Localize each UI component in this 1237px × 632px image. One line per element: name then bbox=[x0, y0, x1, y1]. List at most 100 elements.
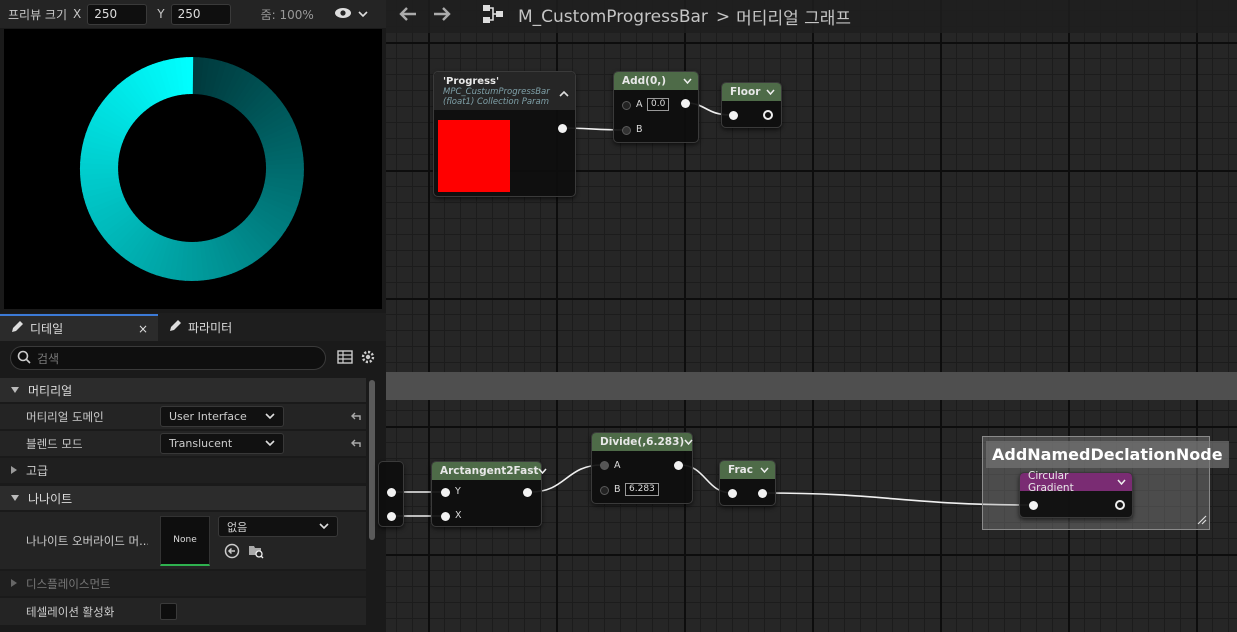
node-add-pin-a-value[interactable]: 0.0 bbox=[647, 98, 670, 111]
section-nanite[interactable]: 나나이트 bbox=[0, 486, 366, 510]
chevron-down-icon[interactable] bbox=[1117, 476, 1126, 488]
tab-details-label: 디테일 bbox=[30, 322, 64, 336]
table-view-icon[interactable] bbox=[337, 350, 353, 367]
reset-arrow-icon[interactable] bbox=[350, 437, 362, 451]
node-divide-pin-b-value[interactable]: 6.283 bbox=[625, 483, 659, 496]
blend-mode-dropdown[interactable]: Translucent bbox=[160, 433, 284, 454]
chevron-down-icon[interactable] bbox=[684, 436, 693, 448]
tessellation-label: 테셀레이션 활성화 bbox=[26, 604, 115, 619]
blend-mode-row: 블렌드 모드 Translucent bbox=[0, 431, 366, 457]
tab-details[interactable]: 디테일 × bbox=[0, 314, 158, 341]
node-add-output-pin[interactable] bbox=[681, 99, 690, 108]
tessellation-row: 테셀레이션 활성화 bbox=[0, 598, 366, 626]
preview-viewport[interactable] bbox=[4, 29, 382, 309]
node-progress-param[interactable]: 'Progress' MPC_CustumProgressBar (float1… bbox=[433, 71, 576, 197]
chevron-down-icon[interactable] bbox=[358, 7, 368, 21]
node-arctan-pin-y-label: Y bbox=[455, 486, 461, 497]
blend-mode-value: Translucent bbox=[169, 437, 233, 450]
node-floor-header: Floor bbox=[722, 83, 781, 101]
node-progress-subtitle1: MPC_CustumProgressBar bbox=[443, 86, 550, 97]
tessellation-checkbox[interactable] bbox=[160, 603, 177, 620]
node-progress-title: 'Progress' bbox=[443, 75, 500, 87]
advanced-row[interactable]: 고급 bbox=[0, 458, 366, 484]
preview-x-input[interactable]: 250 bbox=[87, 3, 148, 25]
node-progress-color-swatch bbox=[438, 120, 510, 192]
progress-ring-preview bbox=[79, 57, 304, 281]
chevron-down-icon bbox=[265, 437, 275, 450]
zoom-label: 줌: 100% bbox=[260, 7, 314, 22]
node-circular-title: Circular Gradient bbox=[1028, 470, 1074, 494]
node-arctan-title: Arctangent2Fast bbox=[440, 465, 539, 477]
search-icon bbox=[17, 350, 31, 367]
section-material-label: 머티리얼 bbox=[28, 383, 73, 398]
chevron-down-icon bbox=[265, 410, 275, 423]
displacement-row[interactable]: 디스플레이스먼트 bbox=[0, 571, 366, 597]
material-domain-row: 머티리얼 도메인 User Interface bbox=[0, 404, 366, 430]
node-progress-output-pin[interactable] bbox=[558, 124, 567, 133]
section-nanite-label: 나나이트 bbox=[28, 491, 73, 506]
close-icon[interactable]: × bbox=[138, 322, 148, 336]
node-arctangent2fast[interactable]: Arctangent2Fast Y X bbox=[431, 461, 548, 527]
node-arctan-header: Arctangent2Fast bbox=[432, 462, 548, 480]
node-add[interactable]: Add(0,) A 0.0 B bbox=[613, 71, 699, 143]
nanite-override-label: 나나이트 오버라이드 머... bbox=[26, 533, 148, 548]
node-add-header: Add(0,) bbox=[614, 72, 698, 90]
section-material[interactable]: 머티리얼 bbox=[0, 378, 366, 402]
displacement-label: 디스플레이스먼트 bbox=[26, 576, 111, 591]
preview-y-input[interactable]: 250 bbox=[170, 3, 231, 25]
node-add-pin-a-label: A bbox=[636, 99, 643, 110]
pencil-icon bbox=[10, 320, 24, 337]
node-frac-title: Frac bbox=[728, 464, 753, 476]
advanced-label: 고급 bbox=[26, 464, 49, 478]
expand-arrow-icon bbox=[10, 577, 18, 591]
search-input[interactable]: 검색 bbox=[10, 346, 326, 370]
chevron-down-icon[interactable] bbox=[766, 86, 775, 98]
expand-arrow-icon bbox=[10, 464, 18, 478]
gear-icon[interactable] bbox=[360, 349, 376, 368]
node-floor-title: Floor bbox=[730, 86, 761, 98]
node-circular-gradient[interactable]: Circular Gradient bbox=[1019, 470, 1133, 518]
node-add-title: Add(0,) bbox=[622, 75, 667, 87]
preview-toolbar: 프리뷰 크기 X 250 Y 250 줌: 100% bbox=[0, 0, 386, 28]
chevron-down-icon bbox=[319, 520, 329, 533]
nanite-override-dropdown[interactable]: 없음 bbox=[218, 516, 338, 537]
node-progress-subtitle2: (float1) Collection Param bbox=[443, 96, 550, 107]
chevron-down-icon[interactable] bbox=[538, 465, 548, 477]
tab-parameters[interactable]: 파라미터 bbox=[158, 314, 242, 341]
node-divide-title: Divide(,6.283) bbox=[600, 436, 685, 448]
node-divide[interactable]: Divide(,6.283) A B 6.283 bbox=[591, 432, 693, 504]
node-floor[interactable]: Floor bbox=[721, 82, 782, 128]
comment-title[interactable]: AddNamedDeclationNode bbox=[986, 441, 1229, 468]
preview-y-label: Y bbox=[157, 7, 165, 21]
node-divide-pin-b-label: B bbox=[614, 484, 621, 495]
ring-gradient-segment bbox=[185, 57, 194, 169]
use-selected-arrow-icon[interactable] bbox=[224, 543, 240, 562]
reset-arrow-icon[interactable] bbox=[350, 410, 362, 424]
material-domain-value: User Interface bbox=[169, 410, 247, 423]
search-placeholder: 검색 bbox=[37, 351, 60, 366]
material-domain-label: 머티리얼 도메인 bbox=[26, 409, 104, 424]
node-arctan-pin-x-label: X bbox=[455, 510, 462, 521]
node-frac-header: Frac bbox=[720, 461, 775, 479]
details-scrollbar-thumb[interactable] bbox=[369, 380, 375, 540]
browse-folder-icon[interactable] bbox=[248, 543, 264, 562]
chevron-down-icon[interactable] bbox=[683, 75, 692, 87]
chevron-up-icon[interactable] bbox=[559, 86, 569, 100]
node-offscreen-input[interactable] bbox=[378, 461, 404, 527]
nanite-asset-thumbnail[interactable]: None bbox=[160, 515, 210, 566]
node-divide-pin-a-label: A bbox=[614, 460, 621, 471]
preview-size-label: 프리뷰 크기 bbox=[8, 7, 68, 22]
node-circular-header: Circular Gradient bbox=[1020, 470, 1132, 494]
node-frac[interactable]: Frac bbox=[719, 460, 776, 506]
blend-mode-label: 블렌드 모드 bbox=[26, 436, 83, 451]
collapse-arrow-icon bbox=[10, 383, 20, 397]
nanite-override-row: 나나이트 오버라이드 머... None 없음 bbox=[0, 512, 366, 570]
chevron-down-icon[interactable] bbox=[760, 464, 769, 476]
eye-icon[interactable] bbox=[334, 7, 352, 22]
material-domain-dropdown[interactable]: User Interface bbox=[160, 406, 284, 427]
resize-grip-icon[interactable] bbox=[1197, 514, 1207, 528]
node-divide-header: Divide(,6.283) bbox=[592, 433, 693, 451]
pencil-icon bbox=[168, 319, 182, 336]
nanite-override-value: 없음 bbox=[227, 520, 248, 534]
node-add-pin-b-label: B bbox=[636, 124, 643, 135]
